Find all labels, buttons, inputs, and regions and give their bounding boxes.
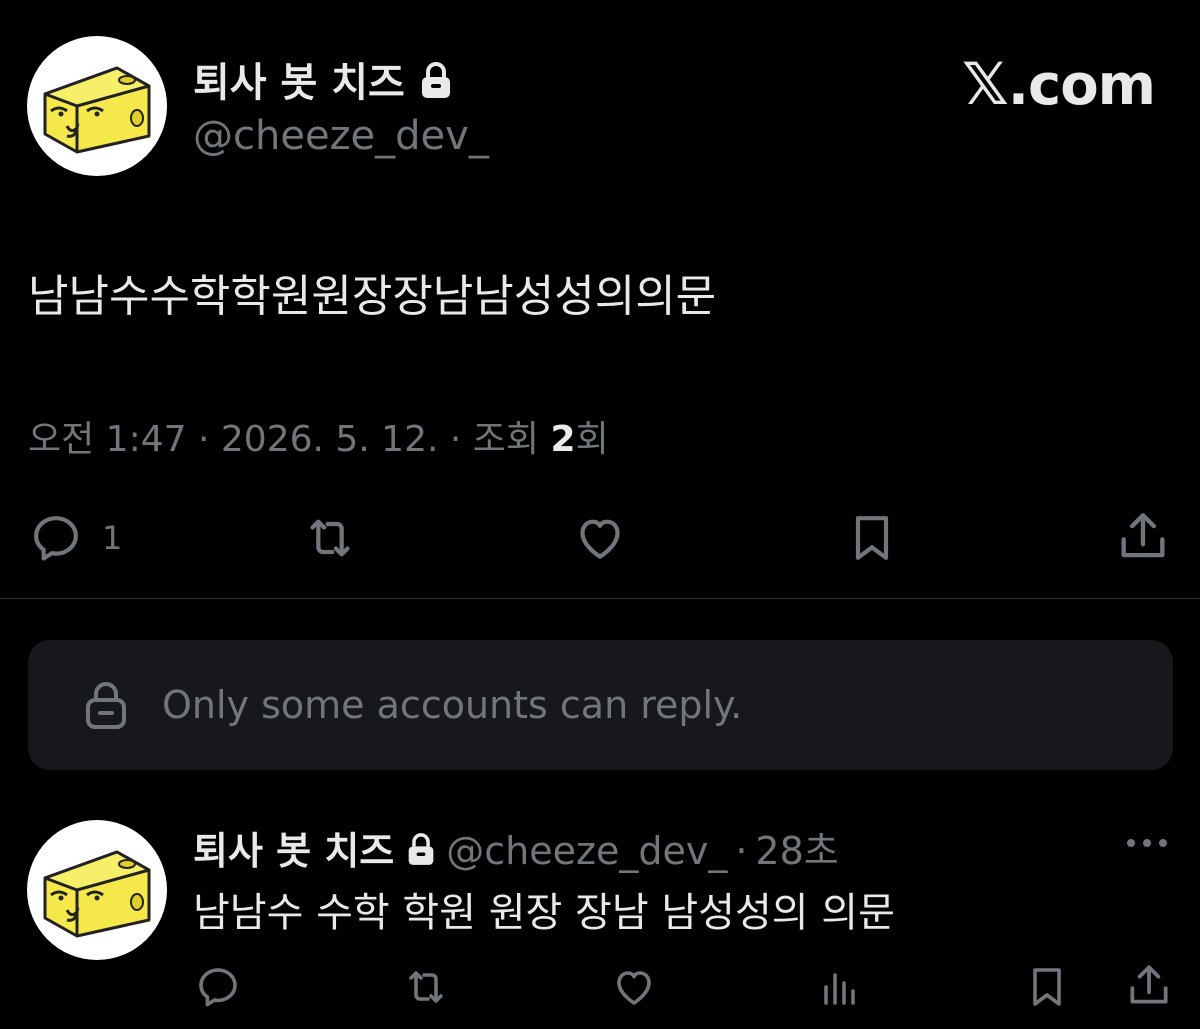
lock-icon bbox=[84, 680, 128, 730]
separator: · bbox=[449, 419, 462, 460]
views-suffix: 회 bbox=[575, 419, 609, 460]
more-icon bbox=[1127, 839, 1167, 847]
reply-icon bbox=[199, 968, 237, 1007]
reply-author-handle[interactable]: @cheeze_dev_ bbox=[446, 829, 727, 873]
like-icon bbox=[580, 519, 620, 559]
cheese-avatar-icon bbox=[43, 850, 151, 938]
tweet-date[interactable]: 2026. 5. 12. bbox=[221, 419, 439, 460]
separator: · bbox=[197, 419, 210, 460]
like-icon bbox=[617, 971, 651, 1005]
reply-count: 1 bbox=[102, 519, 123, 557]
reply-like-button[interactable] bbox=[608, 963, 660, 1011]
share-button[interactable] bbox=[1114, 508, 1172, 566]
reply-author-name[interactable]: 퇴사 봇 치즈 bbox=[193, 829, 394, 873]
tweet-text: 남남수수학학원원장장남남성성의의문 bbox=[28, 271, 717, 322]
bookmark-icon bbox=[1033, 968, 1061, 1006]
lock-icon bbox=[419, 60, 453, 110]
more-options-button[interactable] bbox=[1124, 835, 1170, 854]
reply-time[interactable]: 28초 bbox=[755, 829, 838, 873]
author-handle[interactable]: @cheeze_dev_ bbox=[193, 113, 489, 159]
reply-views-button[interactable] bbox=[815, 963, 865, 1011]
tweet-time[interactable]: 오전 1:47 bbox=[28, 419, 187, 460]
views-count: 2 bbox=[550, 419, 576, 460]
x-logo-icon: 𝕏 bbox=[962, 50, 1009, 118]
site-brand: 𝕏.com bbox=[962, 50, 1156, 118]
reply-icon bbox=[34, 516, 78, 561]
cheese-avatar-icon bbox=[43, 66, 151, 154]
tweet-meta: 오전 1:47 · 2026. 5. 12. · 조회 2회 bbox=[28, 410, 609, 462]
lock-icon bbox=[406, 831, 436, 876]
like-button[interactable] bbox=[570, 510, 630, 566]
reply-author-avatar[interactable] bbox=[27, 820, 167, 960]
divider bbox=[0, 598, 1200, 599]
bookmark-icon bbox=[855, 516, 889, 560]
reply-retweet-button[interactable] bbox=[400, 963, 452, 1011]
reply-bookmark-button[interactable] bbox=[1022, 963, 1072, 1011]
bookmark-button[interactable] bbox=[844, 510, 900, 566]
share-icon bbox=[1130, 965, 1168, 1004]
retweet-button[interactable] bbox=[300, 510, 360, 566]
reply-share-button[interactable] bbox=[1124, 961, 1174, 1011]
reply-text: 남남수 수학 학원 원장 장남 남성성의 의문 bbox=[193, 890, 895, 936]
reply-header: 퇴사 봇 치즈 @cheeze_dev_ · 28초 bbox=[193, 820, 839, 876]
reply-restriction-notice: Only some accounts can reply. bbox=[28, 640, 1173, 770]
share-icon bbox=[1121, 513, 1165, 558]
author-avatar[interactable] bbox=[27, 36, 167, 176]
reply-restriction-text: Only some accounts can reply. bbox=[162, 683, 743, 727]
retweet-icon bbox=[409, 971, 443, 1003]
reply-button[interactable]: 1 bbox=[28, 510, 122, 566]
separator: · bbox=[735, 829, 748, 873]
views-prefix: 조회 bbox=[472, 419, 540, 460]
author-display-name[interactable]: 퇴사 봇 치즈 bbox=[193, 50, 453, 110]
brand-domain: .com bbox=[1007, 53, 1156, 118]
views-icon bbox=[824, 973, 855, 1005]
reply-reply-button[interactable] bbox=[193, 963, 243, 1011]
retweet-icon bbox=[310, 519, 350, 557]
